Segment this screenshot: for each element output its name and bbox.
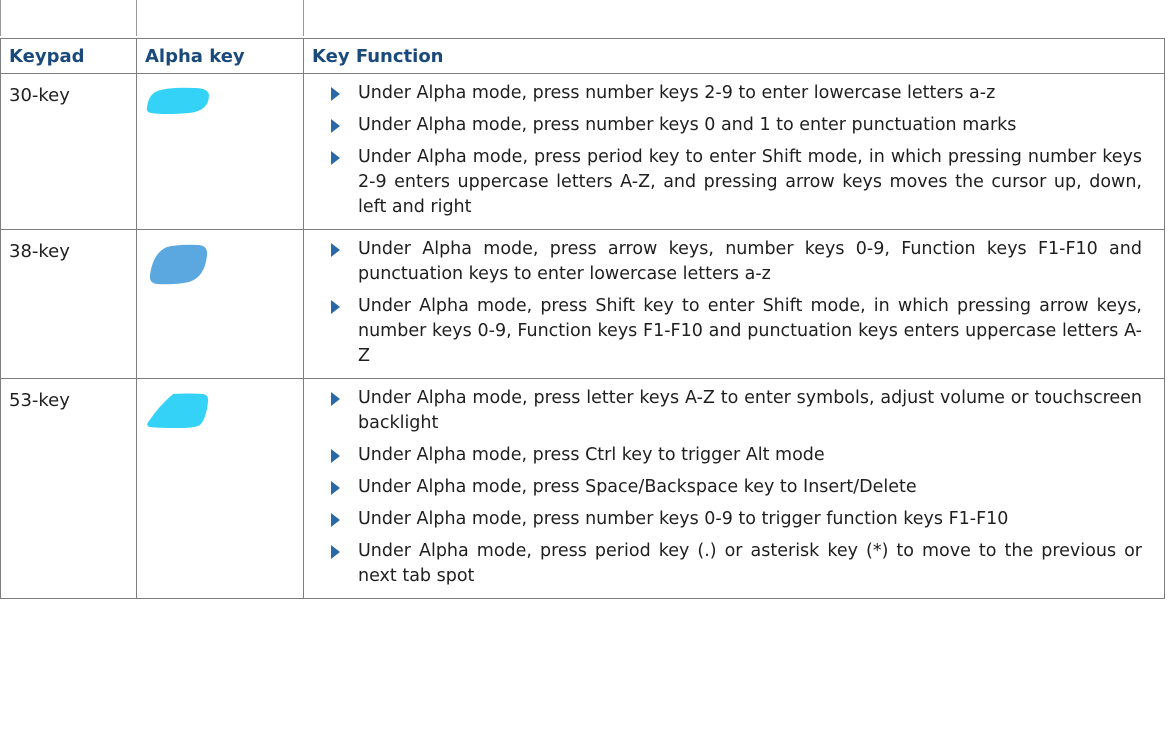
list-item: Under Alpha mode, press period key (.) o… [324, 539, 1142, 589]
function-text: Under Alpha mode, press arrow keys, numb… [358, 239, 1142, 284]
table-row: 38-key Under Alpha mode, press arrow key… [0, 229, 1165, 379]
alpha-key-cell [136, 73, 304, 230]
key-function-cell: Under Alpha mode, press arrow keys, numb… [303, 229, 1165, 379]
alpha-key-icon [149, 244, 208, 285]
table-row: 53-key Under Alpha mode, press letter ke… [0, 378, 1165, 599]
alpha-key-cell [136, 229, 304, 379]
alpha-key-icon [147, 393, 209, 428]
alpha-key-cell [136, 378, 304, 599]
column-divider-tick [303, 0, 304, 36]
column-divider-tick [0, 0, 1, 36]
bullet-arrow-icon [331, 392, 340, 406]
column-divider-tick [136, 0, 137, 36]
list-item: Under Alpha mode, press number keys 0 an… [324, 113, 1142, 138]
function-text: Under Alpha mode, press period key (.) o… [358, 541, 1142, 586]
alpha-key-shape [146, 87, 209, 114]
bullet-arrow-icon [331, 87, 340, 101]
alpha-key-icon [146, 87, 209, 114]
bullet-arrow-icon [331, 481, 340, 495]
list-item: Under Alpha mode, press Space/Backspace … [324, 475, 1142, 500]
function-text: Under Alpha mode, press number keys 2-9 … [358, 83, 996, 103]
alpha-key-shape [147, 393, 209, 428]
alpha-key-function-table: Keypad Alpha key Key Function 30-key Und… [0, 38, 1165, 599]
keypad-cell: 30-key [0, 73, 137, 230]
function-text: Under Alpha mode, press number keys 0-9 … [358, 509, 1009, 529]
function-text: Under Alpha mode, press Shift key to ent… [358, 296, 1142, 366]
function-text: Under Alpha mode, press number keys 0 an… [358, 115, 1017, 135]
list-item: Under Alpha mode, press letter keys A-Z … [324, 386, 1142, 436]
list-item: Under Alpha mode, press Ctrl key to trig… [324, 443, 1142, 468]
header-key-function: Key Function [303, 38, 1165, 74]
keypad-cell: 38-key [0, 229, 137, 379]
bullet-arrow-icon [331, 151, 340, 165]
function-text: Under Alpha mode, press period key to en… [358, 147, 1142, 217]
bullet-arrow-icon [331, 243, 340, 257]
list-item: Under Alpha mode, press Shift key to ent… [324, 294, 1142, 369]
bullet-arrow-icon [331, 449, 340, 463]
bullet-arrow-icon [331, 300, 340, 314]
function-text: Under Alpha mode, press Space/Backspace … [358, 477, 917, 497]
keypad-cell: 53-key [0, 378, 137, 599]
list-item: Under Alpha mode, press period key to en… [324, 145, 1142, 220]
bullet-arrow-icon [331, 119, 340, 133]
list-item: Under Alpha mode, press number keys 2-9 … [324, 81, 1142, 106]
table-row: 30-key Under Alpha mode, press number ke… [0, 73, 1165, 230]
list-item: Under Alpha mode, press arrow keys, numb… [324, 237, 1142, 287]
header-keypad: Keypad [0, 38, 137, 74]
alpha-key-shape [149, 244, 208, 285]
table-header-row: Keypad Alpha key Key Function [0, 38, 1165, 74]
function-text: Under Alpha mode, press Ctrl key to trig… [358, 445, 825, 465]
function-text: Under Alpha mode, press letter keys A-Z … [358, 388, 1142, 433]
bullet-arrow-icon [331, 513, 340, 527]
header-alpha-key: Alpha key [136, 38, 304, 74]
list-item: Under Alpha mode, press number keys 0-9 … [324, 507, 1142, 532]
key-function-cell: Under Alpha mode, press number keys 2-9 … [303, 73, 1165, 230]
key-function-cell: Under Alpha mode, press letter keys A-Z … [303, 378, 1165, 599]
bullet-arrow-icon [331, 545, 340, 559]
